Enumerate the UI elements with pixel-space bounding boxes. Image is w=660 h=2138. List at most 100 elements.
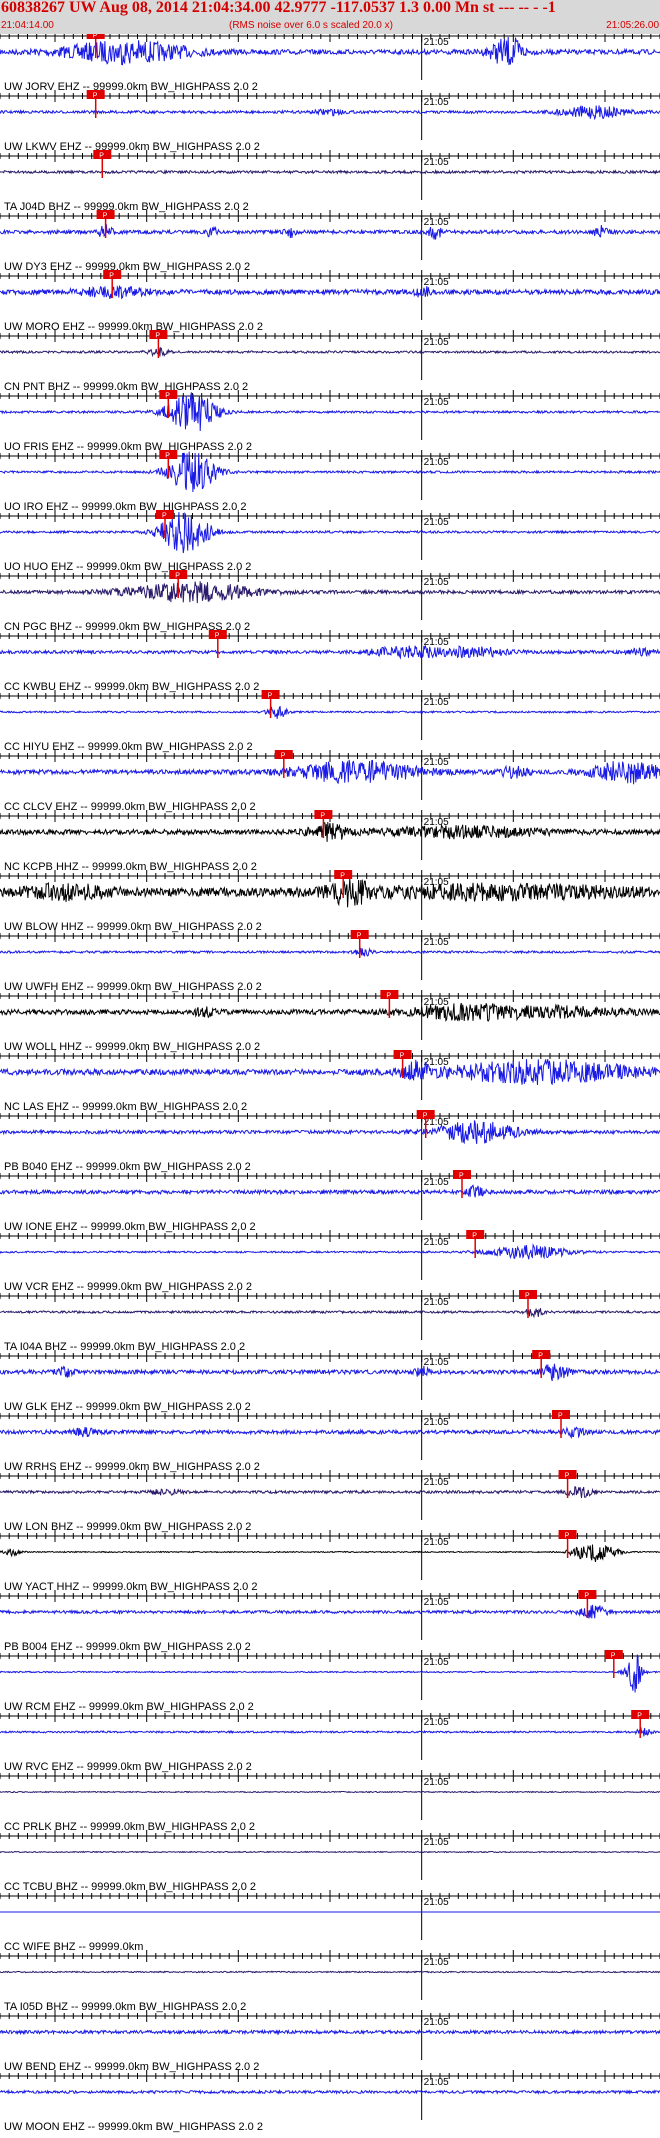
channel-label: UW MOON EHZ -- 99999.0km BW_HIGHPASS 2.0…	[4, 2121, 263, 2133]
minute-marker-label: 21:05	[424, 1717, 449, 1728]
minute-marker-label: 21:05	[424, 397, 449, 408]
phase-pick-label: P	[584, 1593, 589, 1600]
channel-label: PB B004 EHZ -- 99999.0km BW_HIGHPASS 2.0…	[4, 1641, 251, 1653]
minute-marker-label: 21:05	[424, 277, 449, 288]
minute-marker-label: 21:05	[424, 937, 449, 948]
waveform-trace	[0, 1120, 660, 1145]
minute-marker-label: 21:05	[424, 37, 449, 48]
channel-label: CN PNT BHZ -- 99999.0km BW_HIGHPASS 2.0 …	[4, 381, 248, 393]
start-time-label: 21:04:14.00	[1, 20, 54, 31]
waveform-trace	[0, 104, 660, 121]
minute-marker-label: 21:05	[424, 1477, 449, 1488]
minute-marker-label: 21:05	[424, 697, 449, 708]
waveform-trace	[0, 581, 660, 604]
waveform-trace	[0, 1184, 660, 1198]
phase-pick-label: P	[281, 753, 286, 760]
waveform-trace	[0, 947, 660, 957]
channel-label: UW DY3 EHZ -- 99999.0km BW_HIGHPASS 2.0 …	[4, 261, 250, 273]
channel-label: TA J04D BHZ -- 99999.0km BW_HIGHPASS 2.0…	[4, 201, 249, 213]
minute-marker-label: 21:05	[424, 1897, 449, 1908]
channel-label: CC WIFE BHZ -- 99999.0km	[4, 1941, 143, 1953]
seismogram-plot: 21:05PUW JORV EHZ -- 99999.0km BW_HIGHPA…	[0, 34, 660, 2133]
phase-pick-label: P	[109, 273, 114, 280]
waveform-trace	[0, 759, 660, 785]
channel-label: UW MORO EHZ -- 99999.0km BW_HIGHPASS 2.0…	[4, 321, 263, 333]
minute-marker-label: 21:05	[424, 517, 449, 528]
channel-label: UW WOLL HHZ -- 99999.0km BW_HIGHPASS 2.0…	[4, 1041, 260, 1053]
phase-pick-label: P	[162, 513, 167, 520]
channel-label: NC LAS EHZ -- 99999.0km BW_HIGHPASS 2.0 …	[4, 1101, 247, 1113]
phase-pick-label: P	[99, 153, 104, 160]
channel-label: UW LON BHZ -- 99999.0km BW_HIGHPASS 2.0 …	[4, 1521, 251, 1533]
waveform-trace	[0, 168, 660, 175]
waveform-trace	[0, 878, 660, 908]
minute-marker-label: 21:05	[424, 1537, 449, 1548]
minute-marker-label: 21:05	[424, 1357, 449, 1368]
waveform-trace	[0, 1970, 660, 1974]
channel-label: UW JORV EHZ -- 99999.0km BW_HIGHPASS 2.0…	[4, 81, 258, 93]
phase-pick-label: P	[93, 93, 98, 100]
phase-pick-label: P	[565, 1473, 570, 1480]
waveform-trace	[0, 1727, 660, 1737]
channel-label: UW BEND EHZ -- 99999.0km BW_HIGHPASS 2.0…	[4, 2061, 259, 2073]
phase-pick-label: P	[103, 213, 108, 220]
minute-marker-label: 21:05	[424, 337, 449, 348]
channel-label: CC KWBU EHZ -- 99999.0km BW_HIGHPASS 2.0…	[4, 681, 259, 693]
waveform-trace	[0, 1486, 660, 1499]
phase-pick-label: P	[357, 933, 362, 940]
channel-label: UW YACT HHZ -- 99999.0km BW_HIGHPASS 2.0…	[4, 1581, 257, 1593]
phase-pick-label: P	[340, 873, 345, 880]
phase-pick-label: P	[558, 1413, 563, 1420]
minute-marker-label: 21:05	[424, 637, 449, 648]
waveform-trace	[0, 1363, 660, 1382]
rms-noise-subtitle: (RMS noise over 6.0 s scaled 20.0 x)	[229, 20, 393, 31]
waveform-trace	[0, 2088, 660, 2095]
event-title: 60838267 UW Aug 08, 2014 21:04:34.00 42.…	[1, 0, 556, 16]
channel-label: UW LKWV EHZ -- 99999.0km BW_HIGHPASS 2.0…	[4, 141, 260, 153]
channel-label: NC KCPB HHZ -- 99999.0km BW_HIGHPASS 2.0…	[4, 861, 257, 873]
minute-marker-label: 21:05	[424, 1297, 449, 1308]
minute-marker-label: 21:05	[424, 2077, 449, 2088]
phase-pick-label: P	[93, 34, 98, 40]
channel-label: CC PRLK BHZ -- 99999.0km BW_HIGHPASS 2.0…	[4, 1821, 255, 1833]
channel-label: UW GLK EHZ -- 99999.0km BW_HIGHPASS 2.0 …	[4, 1401, 251, 1413]
phase-pick-label: P	[215, 633, 220, 640]
phase-pick-label: P	[386, 993, 391, 1000]
waveform-trace	[0, 1243, 660, 1260]
minute-marker-label: 21:05	[424, 757, 449, 768]
waveform-trace	[0, 1308, 660, 1319]
phase-pick-label: P	[268, 693, 273, 700]
channel-label: PB B040 EHZ -- 99999.0km BW_HIGHPASS 2.0…	[4, 1161, 251, 1173]
waveform-trace	[0, 644, 660, 660]
channel-label: UW RVC EHZ -- 99999.0km BW_HIGHPASS 2.0 …	[4, 1761, 252, 1773]
waveform-trace	[0, 1002, 660, 1022]
minute-marker-label: 21:05	[424, 457, 449, 468]
phase-pick-label: P	[472, 1233, 477, 1240]
phase-pick-label: P	[525, 1293, 530, 1300]
waveform-trace	[0, 224, 660, 240]
phase-pick-label: P	[637, 1713, 642, 1720]
minute-marker-label: 21:05	[424, 1837, 449, 1848]
minute-marker-label: 21:05	[424, 1657, 449, 1668]
phase-pick-label: P	[611, 1653, 616, 1660]
minute-marker-label: 21:05	[424, 577, 449, 588]
channel-label: UW RRHS EHZ -- 99999.0km BW_HIGHPASS 2.0…	[4, 1461, 260, 1473]
waveform-trace	[0, 705, 660, 719]
phase-pick-label: P	[423, 1113, 428, 1120]
minute-marker-label: 21:05	[424, 1957, 449, 1968]
minute-marker-label: 21:05	[424, 1417, 449, 1428]
waveform-trace	[0, 2028, 660, 2036]
waveform-trace	[0, 1850, 660, 1854]
minute-marker-label: 21:05	[424, 1777, 449, 1788]
waveform-trace	[0, 1058, 660, 1086]
channel-label: TA I05D BHZ -- 99999.0km BW_HIGHPASS 2.0…	[4, 2001, 246, 2013]
channel-label: UW VCR EHZ -- 99999.0km BW_HIGHPASS 2.0 …	[4, 1281, 252, 1293]
channel-label: CC CLCV EHZ -- 99999.0km BW_HIGHPASS 2.0…	[4, 801, 256, 813]
minute-marker-label: 21:05	[424, 877, 449, 888]
channel-label: UW RCM EHZ -- 99999.0km BW_HIGHPASS 2.0 …	[4, 1701, 254, 1713]
minute-marker-label: 21:05	[424, 2017, 449, 2028]
phase-pick-label: P	[538, 1353, 543, 1360]
phase-pick-label: P	[175, 573, 180, 580]
waveform-trace	[0, 346, 660, 358]
phase-pick-label: P	[400, 1053, 405, 1060]
